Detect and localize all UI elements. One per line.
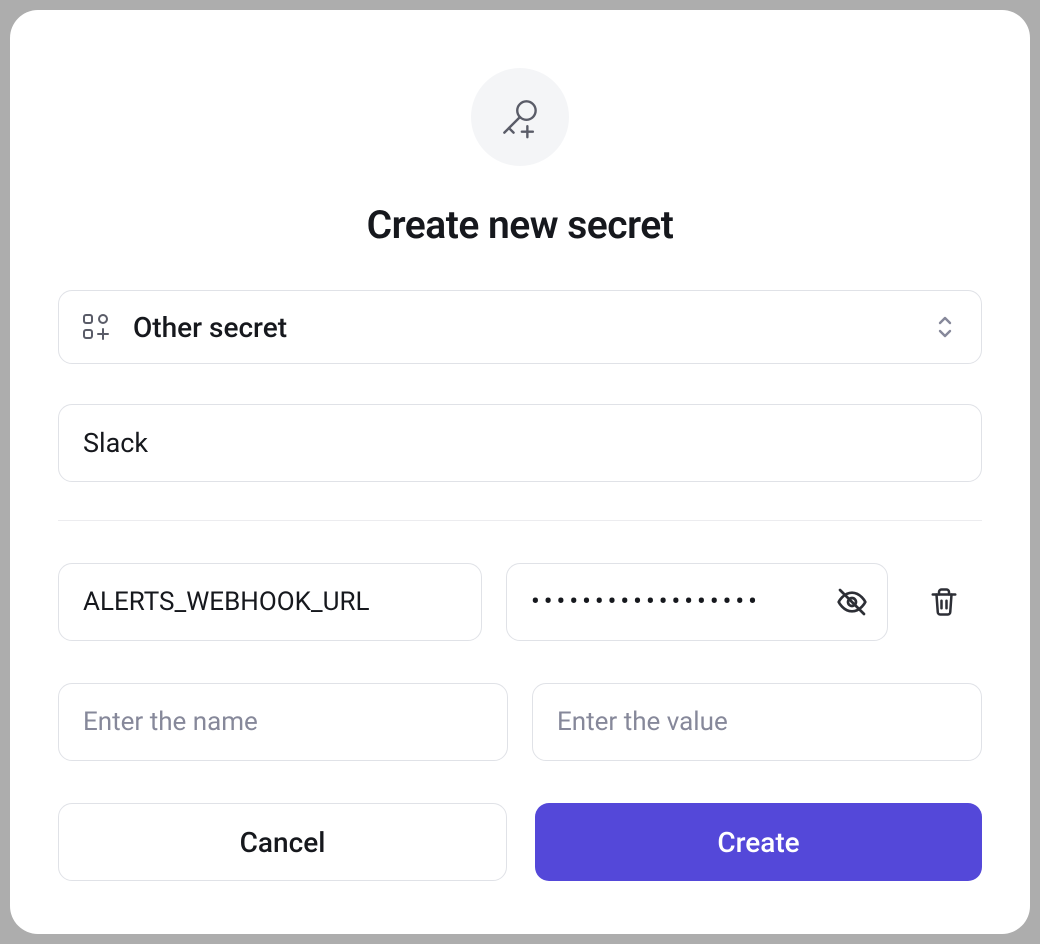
dialog-buttons: Cancel Create bbox=[58, 803, 982, 881]
entry-key-input[interactable] bbox=[58, 683, 508, 761]
grid-plus-icon bbox=[81, 312, 111, 342]
dialog-title: Create new secret bbox=[367, 202, 674, 248]
cancel-button[interactable]: Cancel bbox=[58, 803, 507, 881]
key-plus-icon bbox=[471, 68, 569, 166]
secret-name-input[interactable] bbox=[58, 404, 982, 482]
create-button[interactable]: Create bbox=[535, 803, 982, 881]
secret-entry-row bbox=[58, 683, 982, 761]
entry-value-wrap bbox=[506, 563, 888, 641]
entry-value-input[interactable] bbox=[506, 563, 888, 641]
eye-off-icon[interactable] bbox=[834, 584, 870, 620]
create-secret-dialog: Create new secret Other secret bbox=[10, 10, 1030, 934]
entry-key-input[interactable] bbox=[58, 563, 482, 641]
divider bbox=[58, 520, 982, 521]
chevron-up-down-icon bbox=[935, 312, 955, 342]
entry-value-input[interactable] bbox=[532, 683, 982, 761]
secret-type-label: Other secret bbox=[133, 311, 959, 344]
secret-type-selector[interactable]: Other secret bbox=[58, 290, 982, 364]
trash-icon[interactable] bbox=[926, 584, 962, 620]
dialog-header: Create new secret bbox=[58, 68, 982, 248]
secret-entry-row bbox=[58, 563, 982, 641]
